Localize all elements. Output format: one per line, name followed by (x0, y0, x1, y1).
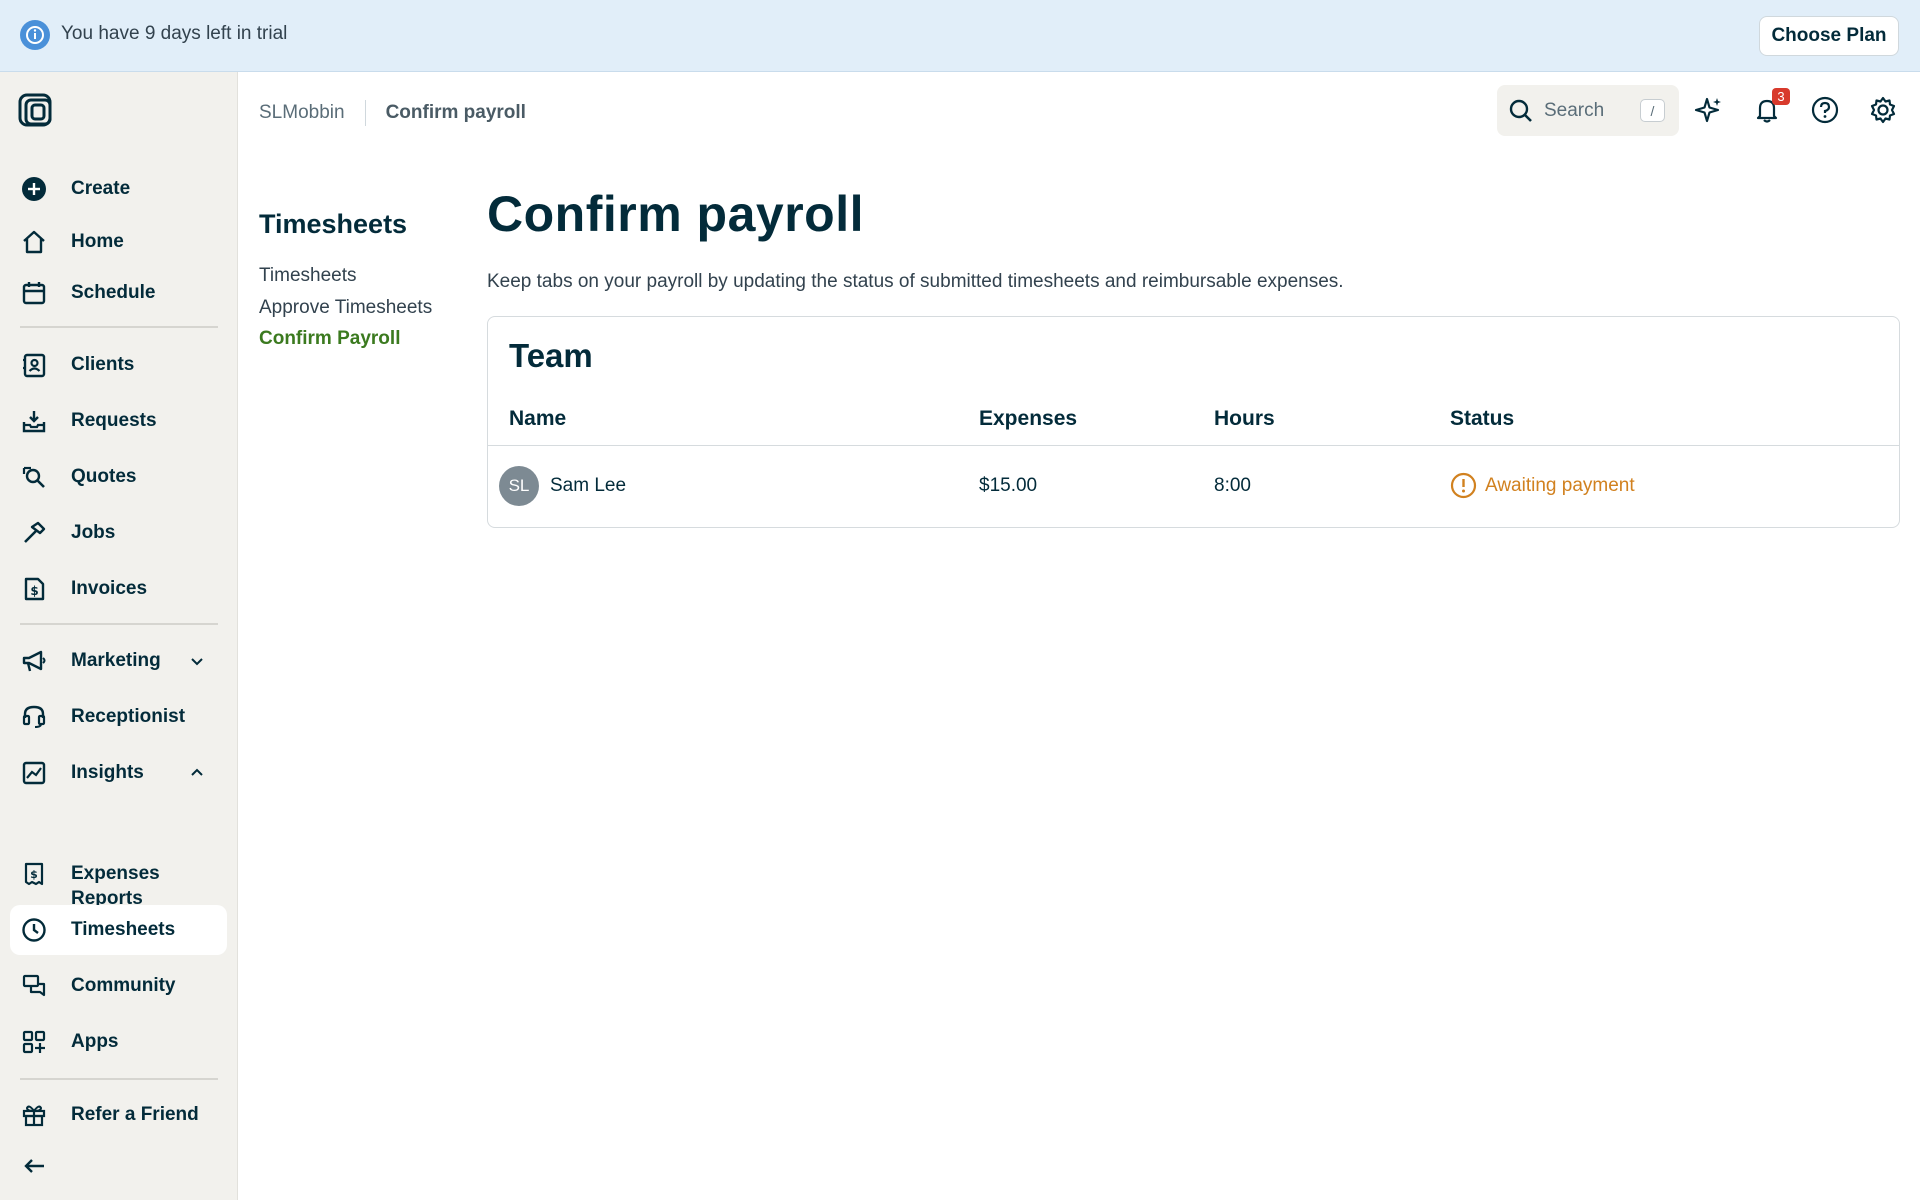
sidebar-item-label: Home (71, 231, 124, 252)
sidebar-item-requests[interactable]: Requests (10, 396, 227, 446)
hours-value: 8:00 (1214, 475, 1251, 496)
megaphone-icon (21, 648, 47, 674)
search-shortcut-key: / (1640, 99, 1665, 122)
search-icon (1508, 98, 1534, 124)
sidebar-item-label: Requests (71, 410, 157, 431)
collapse-arrow-icon[interactable] (22, 1153, 48, 1179)
subnav-link-timesheets[interactable]: Timesheets (259, 265, 357, 287)
choose-plan-button[interactable]: Choose Plan (1759, 16, 1899, 56)
subnav-link-approve-timesheets[interactable]: Approve Timesheets (259, 297, 432, 319)
trial-message: You have 9 days left in trial (61, 23, 288, 44)
chat-bubbles-icon (21, 973, 47, 999)
sidebar-item-insights[interactable]: Insights (10, 748, 227, 798)
team-card: Team Name Expenses Hours Status SL Sam L… (487, 316, 1900, 528)
sidebar-item-label: Expenses (71, 863, 160, 884)
ai-sparkles-icon[interactable] (1694, 95, 1724, 125)
quote-search-icon (21, 464, 47, 490)
sidebar-item-label: Jobs (71, 522, 116, 543)
avatar: SL (499, 466, 539, 506)
sidebar-item-label: Clients (71, 354, 135, 375)
breadcrumb-current: Confirm payroll (385, 102, 526, 123)
hammer-icon (21, 520, 47, 546)
team-card-title: Team (509, 337, 593, 374)
sidebar-item-label: Marketing (71, 650, 161, 671)
info-icon (20, 20, 50, 50)
help-icon[interactable] (1810, 95, 1840, 125)
sidebar-divider (20, 326, 218, 328)
invoice-dollar-icon: $ (21, 576, 47, 602)
home-icon (21, 229, 47, 255)
page-description: Keep tabs on your payroll by updating th… (487, 271, 1344, 292)
sidebar-item-schedule[interactable]: Schedule (10, 268, 227, 318)
sidebar-item-quotes[interactable]: Quotes (10, 452, 227, 502)
sidebar-item-label: Apps (71, 1031, 119, 1052)
trial-banner: You have 9 days left in trial Choose Pla… (0, 0, 1920, 72)
chevron-down-icon (189, 653, 205, 669)
sidebar: Create Home Schedule Clients Requests Qu… (0, 72, 238, 1200)
status-text: Awaiting payment (1485, 474, 1635, 496)
sidebar-item-label: Insights (71, 762, 144, 783)
inbox-download-icon (21, 408, 47, 434)
sidebar-item-apps[interactable]: Apps (10, 1017, 227, 1067)
breadcrumb-separator (364, 100, 366, 126)
sidebar-item-label: Quotes (71, 466, 137, 487)
breadcrumb: SLMobbin Confirm payroll (259, 100, 526, 126)
chart-icon (21, 760, 47, 786)
sidebar-item-expenses[interactable]: $ Expenses (10, 849, 227, 899)
headset-icon (21, 704, 47, 730)
logo-icon[interactable] (17, 92, 55, 130)
plus-circle-icon (21, 176, 47, 202)
page-title: Confirm payroll (487, 186, 864, 242)
sidebar-divider (20, 623, 218, 625)
breadcrumb-account[interactable]: SLMobbin (259, 102, 345, 124)
clock-icon (21, 917, 47, 943)
sidebar-item-create[interactable]: Create (10, 164, 227, 214)
sidebar-item-label: Community (71, 975, 176, 996)
sidebar-item-label: Refer a Friend (71, 1104, 199, 1125)
sidebar-item-invoices[interactable]: $ Invoices (10, 564, 227, 614)
column-header-expenses: Expenses (979, 407, 1078, 430)
sidebar-item-label: Create (71, 178, 131, 199)
employee-name: Sam Lee (550, 475, 627, 496)
column-header-name: Name (509, 407, 567, 430)
gift-icon (21, 1102, 47, 1128)
expenses-value: $15.00 (979, 475, 1038, 496)
subnav-link-confirm-payroll[interactable]: Confirm Payroll (259, 328, 400, 350)
sidebar-item-timesheets[interactable]: Timesheets (10, 905, 227, 955)
sidebar-item-community[interactable]: Community (10, 961, 227, 1011)
column-header-hours: Hours (1214, 407, 1275, 430)
search-placeholder: Search (1544, 100, 1605, 121)
sidebar-item-label: Receptionist (71, 706, 186, 727)
sidebar-divider (20, 1078, 218, 1080)
warning-circle-icon (1450, 472, 1477, 499)
gear-icon[interactable] (1868, 95, 1898, 125)
subnav-title: Timesheets (259, 209, 408, 239)
apps-grid-icon (21, 1029, 47, 1055)
sidebar-item-clients[interactable]: Clients (10, 340, 227, 390)
sidebar-item-receptionist[interactable]: Receptionist (10, 692, 227, 742)
chevron-up-icon (189, 765, 205, 781)
sidebar-item-refer-a-friend[interactable]: Refer a Friend (10, 1090, 227, 1140)
receipt-dollar-icon: $ (21, 861, 47, 887)
sidebar-item-label: Timesheets (71, 919, 176, 940)
sidebar-item-jobs[interactable]: Jobs (10, 508, 227, 558)
column-header-status: Status (1450, 407, 1515, 430)
sidebar-item-label: Schedule (71, 282, 156, 303)
search-input[interactable]: Search / (1497, 85, 1679, 136)
contact-card-icon (21, 352, 47, 378)
sidebar-item-marketing[interactable]: Marketing (10, 636, 227, 686)
status-badge: Awaiting payment (1450, 472, 1635, 499)
svg-text:$: $ (30, 868, 38, 881)
sidebar-item-label: Invoices (71, 578, 148, 599)
table-row[interactable]: SL Sam Lee $15.00 8:00 Awaiting payment (488, 446, 1899, 527)
notification-count-badge: 3 (1772, 88, 1790, 105)
sidebar-item-home[interactable]: Home (10, 217, 227, 267)
svg-text:$: $ (30, 584, 38, 598)
calendar-icon (21, 280, 47, 306)
